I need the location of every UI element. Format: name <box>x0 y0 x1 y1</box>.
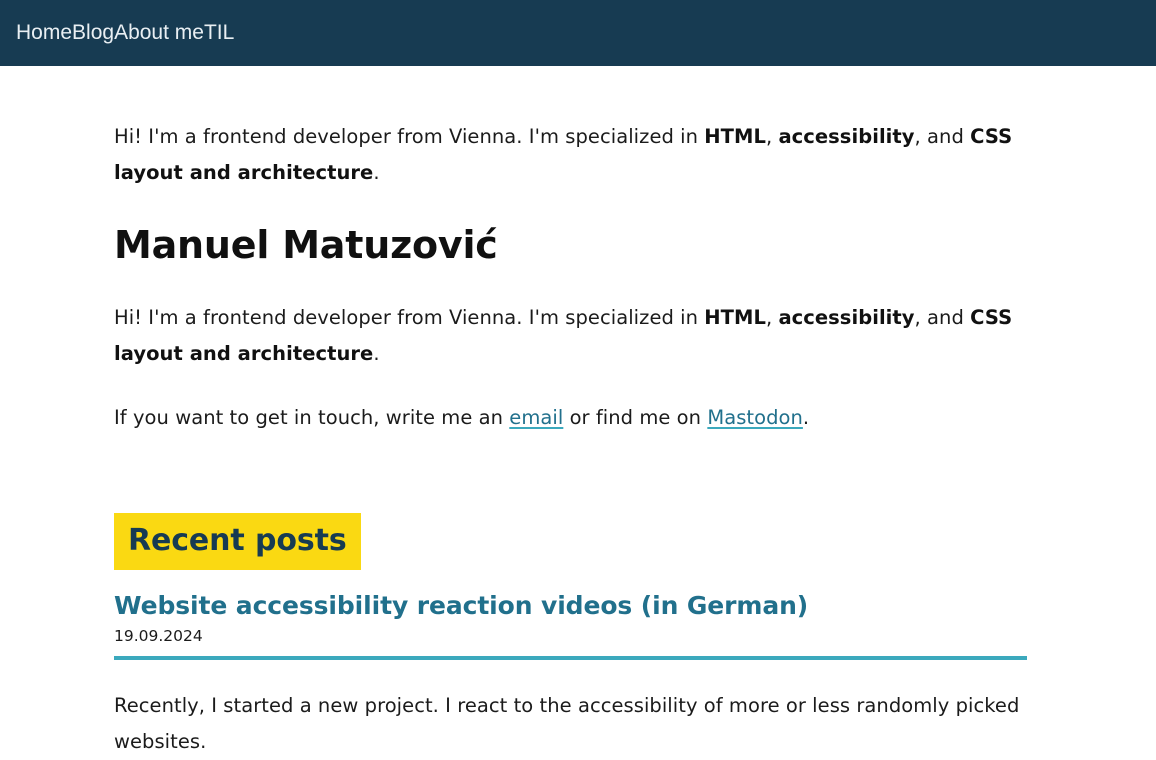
bio-sep-1: , <box>765 305 779 329</box>
post-list-item: Website accessibility reaction videos (i… <box>114 591 1027 760</box>
contact-end: . <box>802 405 810 429</box>
page-wrapper: Hi! I'm a frontend developer from Vienna… <box>0 119 1156 760</box>
contact-paragraph: If you want to get in touch, write me an… <box>114 400 1027 436</box>
primary-navigation: Home Blog About me TIL <box>16 17 234 48</box>
post-excerpt: Recently, I started a new project. I rea… <box>114 694 1020 754</box>
tagline-text-1: Hi! I'm a frontend developer from Vienna… <box>114 125 705 148</box>
mastodon-link[interactable]: Mastodon <box>707 406 803 429</box>
post-date: 19.09.2024 <box>114 627 203 646</box>
post-title-link[interactable]: Website accessibility reaction videos (i… <box>114 591 808 620</box>
bio-strong-html: HTML <box>704 305 766 329</box>
nav-item-home: Home <box>16 17 72 48</box>
tagline-strong-accessibility: accessibility <box>778 125 915 148</box>
tagline-strong-html: HTML <box>704 125 766 148</box>
nav-item-blog: Blog <box>72 17 114 48</box>
page-title: Manuel Matuzović <box>114 223 498 267</box>
tagline-end: . <box>373 161 380 184</box>
site-header: Home Blog About me TIL <box>0 0 1156 66</box>
contact-text-2: or find me on <box>563 405 708 429</box>
bio-end: . <box>373 341 380 365</box>
tagline-sep-1: , <box>765 125 779 148</box>
bio-paragraph: Hi! I'm a frontend developer from Vienna… <box>114 300 1027 372</box>
nav-link-til[interactable]: TIL <box>204 17 234 48</box>
bio-sep-2: , and <box>914 305 971 329</box>
nav-list: Home Blog About me TIL <box>16 17 234 48</box>
intro-tagline: Hi! I'm a frontend developer from Vienna… <box>114 119 1027 191</box>
main-content: Hi! I'm a frontend developer from Vienna… <box>114 119 1027 760</box>
bio-strong-accessibility: accessibility <box>778 305 915 329</box>
nav-link-about-me[interactable]: About me <box>114 17 204 48</box>
post-divider <box>114 656 1027 661</box>
bio-text-1: Hi! I'm a frontend developer from Vienna… <box>114 305 705 329</box>
nav-item-til: TIL <box>204 17 234 48</box>
nav-item-about-me: About me <box>114 17 204 48</box>
tagline-sep-2: , and <box>914 125 971 148</box>
email-link[interactable]: email <box>509 406 563 429</box>
contact-text-1: If you want to get in touch, write me an <box>114 405 510 429</box>
nav-link-home[interactable]: Home <box>16 17 72 48</box>
nav-link-blog[interactable]: Blog <box>72 17 114 48</box>
post-title: Website accessibility reaction videos (i… <box>114 591 1027 621</box>
recent-posts-heading: Recent posts <box>114 512 361 570</box>
